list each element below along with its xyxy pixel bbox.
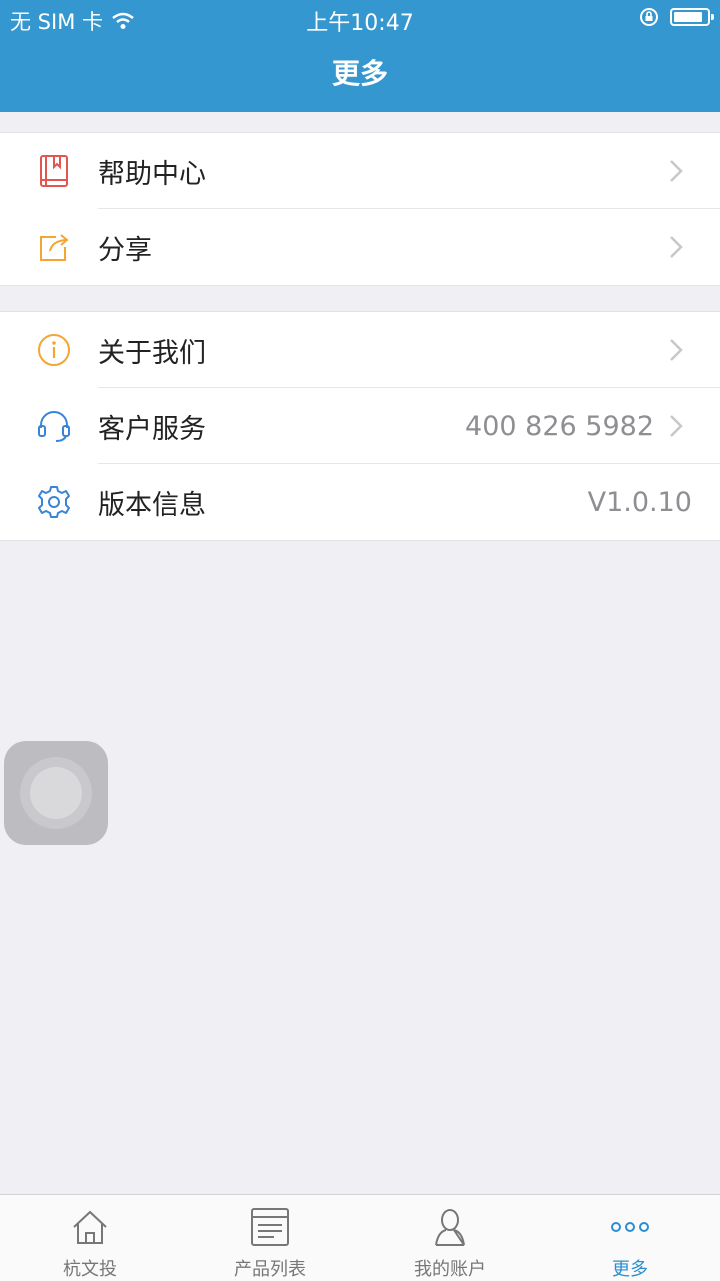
- assistive-touch-center: [30, 767, 82, 819]
- page-title: 更多: [331, 57, 388, 90]
- tab-bar: 杭文投 产品列表 我的账户 更多: [0, 1194, 720, 1281]
- menu-item-label: 帮助中心: [98, 158, 206, 190]
- clock: 上午10:47: [306, 11, 414, 36]
- headset-icon: [38, 411, 70, 442]
- tab-home[interactable]: 杭文投: [0, 1195, 180, 1281]
- menu-item-customer-service[interactable]: 客户服务 400 826 5982: [0, 388, 720, 464]
- menu-item-about-us[interactable]: 关于我们: [0, 312, 720, 388]
- menu-section-2: 关于我们 客户服务 400 826 5982 版本信息 V1.0.10: [0, 311, 720, 541]
- assistive-touch-button[interactable]: [4, 741, 108, 845]
- home-icon: [73, 1210, 107, 1244]
- tab-label: 更多: [612, 1259, 648, 1280]
- tab-label: 杭文投: [63, 1259, 117, 1280]
- chevron-right-icon: [670, 415, 683, 437]
- menu-item-version-info: 版本信息 V1.0.10: [0, 464, 720, 540]
- menu-item-label: 版本信息: [98, 489, 206, 521]
- menu-item-label: 关于我们: [98, 337, 206, 369]
- book-icon: [40, 155, 68, 187]
- tab-my-account[interactable]: 我的账户: [360, 1195, 540, 1281]
- info-icon: [38, 334, 70, 366]
- tab-more[interactable]: 更多: [540, 1195, 720, 1281]
- menu-item-share[interactable]: 分享: [0, 209, 720, 285]
- chevron-right-icon: [670, 236, 683, 258]
- more-icon: [611, 1222, 649, 1232]
- menu-item-help-center[interactable]: 帮助中心: [0, 133, 720, 209]
- menu-item-label: 客户服务: [98, 413, 206, 445]
- chevron-right-icon: [670, 339, 683, 361]
- tab-label: 产品列表: [234, 1259, 306, 1280]
- tab-product-list[interactable]: 产品列表: [180, 1195, 360, 1281]
- chevron-right-icon: [670, 160, 683, 182]
- rotation-lock-icon: [640, 8, 658, 26]
- menu-item-label: 分享: [98, 234, 152, 266]
- share-icon: [40, 234, 69, 261]
- navigation-header: 无 SIM 卡 上午10:47 更多: [0, 0, 720, 112]
- gear-icon: [38, 486, 70, 518]
- list-icon: [251, 1208, 289, 1246]
- user-icon: [435, 1209, 465, 1246]
- status-bar: 无 SIM 卡 上午10:47: [0, 0, 720, 36]
- phone-number[interactable]: 400 826 5982: [465, 411, 654, 442]
- tab-label: 我的账户: [414, 1259, 486, 1280]
- version-number: V1.0.10: [587, 486, 692, 518]
- battery-icon: [670, 8, 714, 26]
- menu-section-1: 帮助中心 分享: [0, 132, 720, 286]
